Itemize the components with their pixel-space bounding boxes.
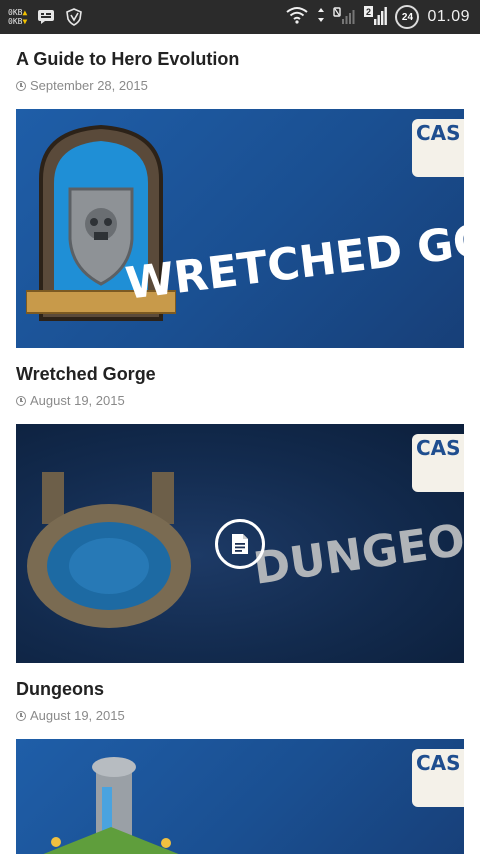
- post-item[interactable]: A Guide to Hero Evolution September 28, …: [16, 48, 464, 93]
- post-thumbnail-dungeons[interactable]: DUNGEONS CAS CLA: [16, 424, 464, 663]
- post-thumbnail[interactable]: CAS CLA: [16, 739, 464, 854]
- tower-icon: [43, 757, 179, 854]
- post-date-text: September 28, 2015: [30, 78, 148, 93]
- status-bar: 0KB▲ 0KB▼ 2 24 01.09: [0, 0, 480, 34]
- clock-icon: [16, 395, 26, 406]
- clock-icon: [16, 710, 26, 721]
- wifi-icon: [285, 6, 309, 29]
- post-item[interactable]: Wretched Gorge August 19, 2015: [16, 363, 464, 408]
- post-date: August 19, 2015: [16, 393, 464, 408]
- post-date-text: August 19, 2015: [30, 393, 125, 408]
- chat-icon: [37, 9, 55, 25]
- data-arrows-icon: [317, 7, 325, 28]
- post-feed[interactable]: A Guide to Hero Evolution September 28, …: [0, 34, 480, 854]
- status-clock: 01.09: [427, 8, 470, 25]
- castle-clash-logo: CAS CLA: [412, 749, 464, 807]
- post-title[interactable]: Dungeons: [16, 678, 464, 700]
- portal-icon: [27, 472, 191, 628]
- net-down-value: 0KB: [8, 17, 23, 26]
- no-sim-signal-icon: [333, 5, 355, 30]
- status-bar-right: 2 24 01.09: [285, 0, 470, 34]
- notification-count-badge: 24: [395, 5, 420, 29]
- post-date-text: August 19, 2015: [30, 708, 125, 723]
- castle-clash-logo: CAS CLA: [412, 434, 464, 492]
- post-date: August 19, 2015: [16, 708, 464, 723]
- banner-title: DUNGEONS: [250, 505, 464, 595]
- post-thumbnail-wretched-gorge[interactable]: WRETCHED GORG CAS CLA: [16, 109, 464, 348]
- shield-icon: [65, 8, 83, 26]
- svg-text:2: 2: [366, 7, 371, 17]
- post-title[interactable]: Wretched Gorge: [16, 363, 464, 385]
- status-bar-left: 0KB▲ 0KB▼: [8, 4, 83, 30]
- castle-clash-logo: CAS CLA: [412, 119, 464, 177]
- post-item[interactable]: Dungeons August 19, 2015: [16, 678, 464, 723]
- post-date: September 28, 2015: [16, 78, 464, 93]
- clock-icon: [16, 80, 26, 91]
- sim2-signal-icon: 2: [363, 4, 388, 31]
- download-arrow-icon: ▼: [22, 17, 28, 26]
- upload-arrow-icon: ▲: [22, 8, 28, 17]
- post-title[interactable]: A Guide to Hero Evolution: [16, 48, 464, 70]
- network-speed: 0KB▲ 0KB▼: [8, 8, 27, 26]
- document-icon[interactable]: [215, 518, 265, 569]
- net-up-value: 0KB: [8, 8, 23, 17]
